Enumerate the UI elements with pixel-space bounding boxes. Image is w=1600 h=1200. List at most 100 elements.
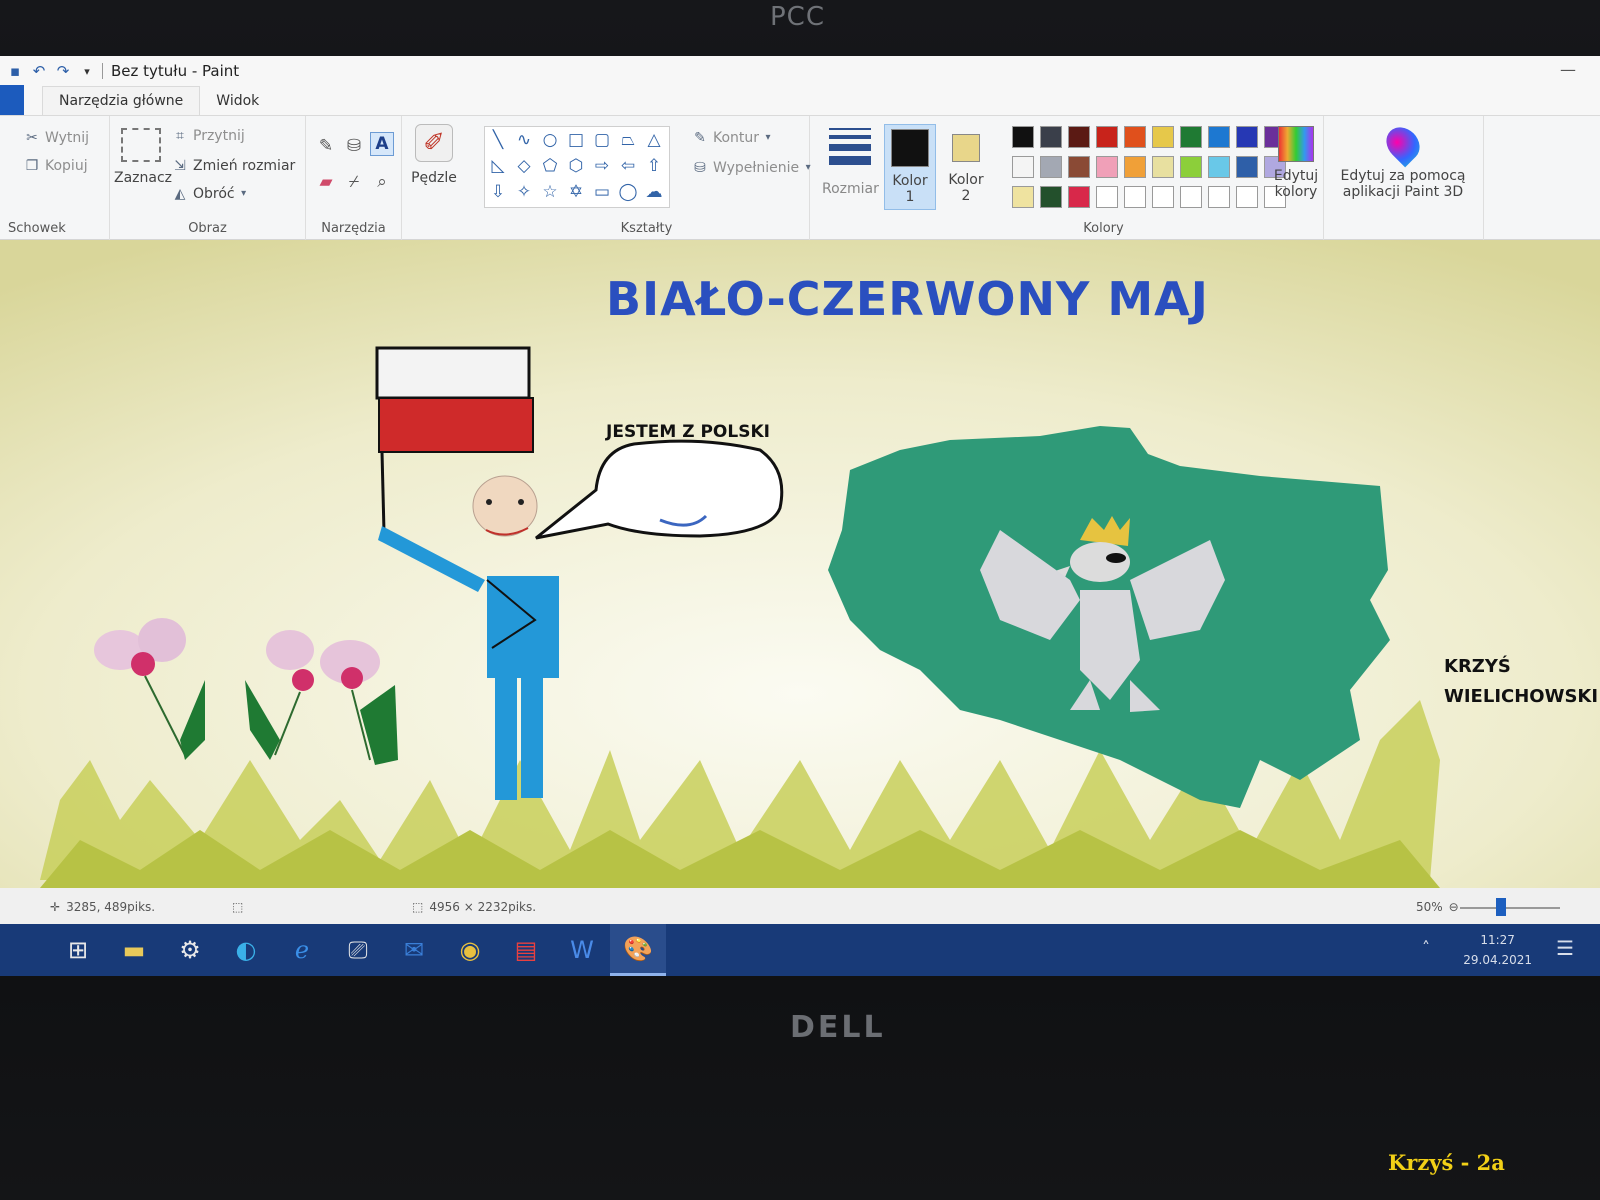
paint3d-group: Edytuj za pomocą aplikacji Paint 3D <box>1324 116 1484 240</box>
palette-color-17[interactable] <box>1208 156 1230 178</box>
palette-color-1[interactable] <box>1040 126 1062 148</box>
crop-icon: ⌗ <box>176 128 184 144</box>
notification-center-icon[interactable]: ☰ <box>1556 936 1574 960</box>
tray-chevron-up-icon[interactable]: ˄ <box>1422 938 1430 957</box>
triangle-shape-icon[interactable]: △ <box>641 127 667 153</box>
arrow-right-shape-icon[interactable]: ⇨ <box>589 153 615 179</box>
star4-shape-icon[interactable]: ✧ <box>511 179 537 205</box>
copy-label: Kopiuj <box>45 158 88 174</box>
edit-colors-button[interactable]: Edytuj kolory <box>1268 126 1324 200</box>
eraser-icon[interactable]: ▰ <box>314 170 338 194</box>
outline-button[interactable]: ✎ Kontur ▾ <box>692 130 772 146</box>
rectangle-shape-icon[interactable]: □ <box>563 127 589 153</box>
redo-icon[interactable]: ↷ <box>54 62 72 80</box>
taskbar-clock[interactable]: 11:27 29.04.2021 <box>1463 930 1532 970</box>
magnifier-icon[interactable]: ⌕ <box>370 170 394 194</box>
callout-oval-shape-icon[interactable]: ◯ <box>615 179 641 205</box>
customize-quick-access-icon[interactable]: ▾ <box>78 62 96 80</box>
palette-color-27[interactable] <box>1208 186 1230 208</box>
palette-color-6[interactable] <box>1180 126 1202 148</box>
save-icon[interactable]: ▪ <box>6 62 24 80</box>
file-tab[interactable] <box>0 85 24 115</box>
settings-gear-icon[interactable]: ⚙ <box>162 924 218 976</box>
palette-color-25[interactable] <box>1152 186 1174 208</box>
palette-color-16[interactable] <box>1180 156 1202 178</box>
color1-button[interactable]: Kolor 1 <box>884 124 936 210</box>
palette-color-5[interactable] <box>1152 126 1174 148</box>
palette-color-13[interactable] <box>1096 156 1118 178</box>
palette-color-2[interactable] <box>1068 126 1090 148</box>
resize-button[interactable]: ⇲ Zmień rozmiar <box>172 158 295 174</box>
fill-button[interactable]: ⛁ Wypełnienie ▾ <box>692 160 812 176</box>
hexagon-shape-icon[interactable]: ⬡ <box>563 153 589 179</box>
palette-color-7[interactable] <box>1208 126 1230 148</box>
zoom-level-text: 50% <box>1416 900 1443 914</box>
internet-explorer-icon[interactable]: ℯ <box>274 924 330 976</box>
paint-app-icon[interactable]: 🎨 <box>610 924 666 976</box>
palette-color-8[interactable] <box>1236 126 1258 148</box>
cut-button[interactable]: ✂ Wytnij <box>24 130 89 146</box>
select-button[interactable]: Zaznacz <box>114 128 172 186</box>
palette-color-21[interactable] <box>1040 186 1062 208</box>
size-button[interactable]: Rozmiar <box>822 128 879 197</box>
tab-home[interactable]: Narzędzia główne <box>42 86 201 115</box>
palette-color-12[interactable] <box>1068 156 1090 178</box>
edit-paint3d-button[interactable]: Edytuj za pomocą aplikacji Paint 3D <box>1328 120 1478 200</box>
rotate-button[interactable]: ◭ Obróć ▾ <box>172 186 248 202</box>
palette-color-20[interactable] <box>1012 186 1034 208</box>
palette-color-18[interactable] <box>1236 156 1258 178</box>
polygon-shape-icon[interactable]: ⏢ <box>615 127 641 153</box>
chrome-icon[interactable]: ◉ <box>442 924 498 976</box>
diamond-shape-icon[interactable]: ◇ <box>511 153 537 179</box>
network-app-icon[interactable]: ⎚ <box>330 924 386 976</box>
oval-shape-icon[interactable]: ○ <box>537 127 563 153</box>
arrow-up-shape-icon[interactable]: ⇧ <box>641 153 667 179</box>
word-icon[interactable]: W <box>554 924 610 976</box>
zoom-out-icon[interactable]: ⊖ <box>1449 900 1459 914</box>
arrow-left-shape-icon[interactable]: ⇦ <box>615 153 641 179</box>
cursor-position: ✛ 3285, 489piks. <box>50 900 155 914</box>
windows-start-icon[interactable]: ⊞ <box>50 924 106 976</box>
palette-color-23[interactable] <box>1096 186 1118 208</box>
callout-rect-shape-icon[interactable]: ▭ <box>589 179 615 205</box>
palette-color-15[interactable] <box>1152 156 1174 178</box>
line-shape-icon[interactable]: ╲ <box>485 127 511 153</box>
palette-color-4[interactable] <box>1124 126 1146 148</box>
palette-color-28[interactable] <box>1236 186 1258 208</box>
palette-color-26[interactable] <box>1180 186 1202 208</box>
color2-button[interactable]: Kolor 2 <box>940 124 992 210</box>
palette-color-24[interactable] <box>1124 186 1146 208</box>
minimize-icon[interactable]: — <box>1560 60 1576 79</box>
pdf-reader-icon[interactable]: ▤ <box>498 924 554 976</box>
palette-color-11[interactable] <box>1040 156 1062 178</box>
drawing-canvas[interactable]: BIAŁO-CZERWONY MAJ JESTEM Z POLSKI KRZYŚ… <box>0 240 1600 888</box>
pencil-icon[interactable]: ✎ <box>314 134 338 158</box>
brushes-button[interactable]: ✐ Pędzle <box>406 124 462 186</box>
text-tool-icon[interactable]: A <box>370 132 394 156</box>
star6-shape-icon[interactable]: ✡ <box>563 179 589 205</box>
outlook-icon[interactable]: ✉ <box>386 924 442 976</box>
pentagon-shape-icon[interactable]: ⬠ <box>537 153 563 179</box>
palette-color-14[interactable] <box>1124 156 1146 178</box>
color-picker-icon[interactable]: ⌿ <box>342 170 366 194</box>
right-triangle-shape-icon[interactable]: ◺ <box>485 153 511 179</box>
zoom-slider-thumb[interactable] <box>1496 898 1506 916</box>
palette-color-0[interactable] <box>1012 126 1034 148</box>
palette-color-10[interactable] <box>1012 156 1034 178</box>
star5-shape-icon[interactable]: ☆ <box>537 179 563 205</box>
zoom-slider[interactable] <box>1460 907 1560 909</box>
edge-browser-icon[interactable]: ◐ <box>218 924 274 976</box>
fill-bucket-icon[interactable]: ⛁ <box>342 134 366 158</box>
crop-button[interactable]: ⌗ Przytnij <box>172 128 245 144</box>
file-explorer-icon[interactable]: ▬ <box>106 924 162 976</box>
palette-color-3[interactable] <box>1096 126 1118 148</box>
copy-button[interactable]: ❐ Kopiuj <box>24 158 88 174</box>
undo-icon[interactable]: ↶ <box>30 62 48 80</box>
callout-cloud-shape-icon[interactable]: ☁ <box>641 179 667 205</box>
palette-color-22[interactable] <box>1068 186 1090 208</box>
arrow-down-shape-icon[interactable]: ⇩ <box>485 179 511 205</box>
curve-shape-icon[interactable]: ∿ <box>511 127 537 153</box>
rounded-rectangle-shape-icon[interactable]: ▢ <box>589 127 615 153</box>
color2-label: Kolor <box>948 172 984 188</box>
tab-view[interactable]: Widok <box>200 87 275 115</box>
